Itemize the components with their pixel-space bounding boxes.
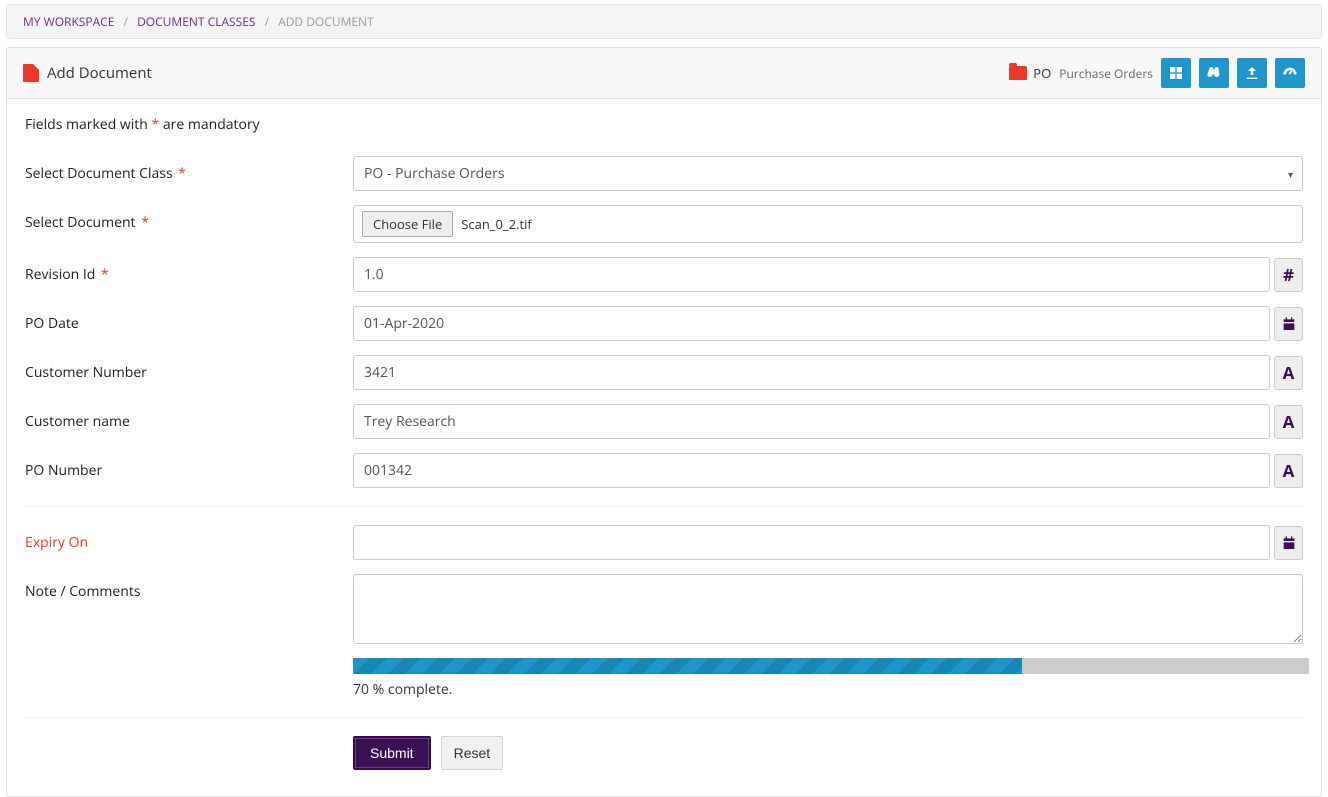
- choose-file-button[interactable]: Choose File: [362, 211, 453, 237]
- panel-header-actions: PO Purchase Orders: [1009, 58, 1305, 88]
- select-document-class[interactable]: PO - Purchase Orders: [353, 156, 1303, 191]
- upload-button[interactable]: [1237, 58, 1267, 88]
- input-po-number[interactable]: [353, 453, 1270, 488]
- folder-icon: [1009, 66, 1027, 80]
- select-document-class-wrap: PO - Purchase Orders: [353, 156, 1303, 191]
- label-customer-name: Customer name: [25, 404, 353, 431]
- label-revision-id: Revision Id *: [25, 257, 353, 284]
- breadcrumb-current: ADD DOCUMENT: [278, 13, 374, 30]
- row-po-date: PO Date: [25, 306, 1303, 341]
- text-icon: A: [1274, 454, 1303, 488]
- row-customer-name: Customer name A: [25, 404, 1303, 439]
- search-button[interactable]: [1199, 58, 1229, 88]
- progress-bar: [353, 658, 1309, 674]
- calendar-icon[interactable]: [1274, 307, 1303, 341]
- section-divider: [25, 506, 1303, 507]
- mandatory-suffix: are mandatory: [159, 115, 259, 134]
- breadcrumb-item-classes[interactable]: DOCUMENT CLASSES: [137, 13, 255, 30]
- submit-button[interactable]: Submit: [353, 736, 431, 770]
- label-select-document: Select Document *: [25, 205, 353, 232]
- row-revision-id: Revision Id * #: [25, 257, 1303, 292]
- mandatory-note: Fields marked with * are mandatory: [25, 115, 1303, 134]
- label-notes: Note / Comments: [25, 574, 353, 601]
- row-customer-number: Customer Number A: [25, 355, 1303, 390]
- row-expiry-on: Expiry On: [25, 525, 1303, 560]
- input-expiry-on[interactable]: [353, 525, 1270, 560]
- progress-bar-fill: [353, 658, 1022, 674]
- upload-icon: [1244, 65, 1260, 81]
- hash-icon: #: [1274, 258, 1303, 292]
- text-icon: A: [1274, 405, 1303, 439]
- mandatory-prefix: Fields marked with: [25, 115, 152, 134]
- label-document-class: Select Document Class *: [25, 156, 353, 183]
- row-document-class: Select Document Class * PO - Purchase Or…: [25, 156, 1303, 191]
- grid-view-button[interactable]: [1161, 58, 1191, 88]
- label-po-date: PO Date: [25, 306, 353, 333]
- breadcrumb-separator: /: [265, 13, 269, 30]
- row-select-document: Select Document * Choose File Scan_0_2.t…: [25, 205, 1303, 243]
- grid-icon: [1168, 65, 1184, 81]
- breadcrumb-item-workspace[interactable]: MY WORKSPACE: [23, 13, 114, 30]
- folder-name: Purchase Orders: [1059, 65, 1153, 82]
- gauge-icon: [1282, 65, 1298, 81]
- row-notes: Note / Comments: [25, 574, 1303, 644]
- add-document-panel: Add Document PO Purchase Orders: [6, 47, 1322, 797]
- breadcrumb-separator: /: [124, 13, 128, 30]
- file-input-wrap: Choose File Scan_0_2.tif: [353, 205, 1303, 243]
- document-icon: [23, 64, 39, 82]
- textarea-notes[interactable]: [353, 574, 1303, 644]
- panel-title-text: Add Document: [47, 63, 152, 83]
- label-po-number: PO Number: [25, 453, 353, 480]
- dashboard-button[interactable]: [1275, 58, 1305, 88]
- button-row: Submit Reset: [353, 736, 1303, 770]
- folder-code: PO: [1033, 64, 1051, 82]
- section-divider: [25, 717, 1303, 718]
- progress-section: 70 % complete.: [353, 658, 1303, 699]
- text-icon: A: [1274, 356, 1303, 390]
- label-customer-number: Customer Number: [25, 355, 353, 382]
- chosen-filename: Scan_0_2.tif: [461, 215, 532, 233]
- input-customer-name[interactable]: [353, 404, 1270, 439]
- panel-title: Add Document: [23, 63, 152, 83]
- breadcrumb: MY WORKSPACE / DOCUMENT CLASSES / ADD DO…: [6, 4, 1322, 39]
- panel-header: Add Document PO Purchase Orders: [7, 48, 1321, 99]
- calendar-icon[interactable]: [1274, 526, 1303, 560]
- progress-text: 70 % complete.: [353, 680, 1303, 699]
- input-customer-number[interactable]: [353, 355, 1270, 390]
- panel-body: Fields marked with * are mandatory Selec…: [7, 99, 1321, 796]
- row-po-number: PO Number A: [25, 453, 1303, 488]
- binoculars-icon: [1206, 65, 1222, 81]
- input-po-date[interactable]: [353, 306, 1270, 341]
- folder-label: PO Purchase Orders: [1009, 64, 1153, 82]
- reset-button[interactable]: Reset: [441, 736, 504, 770]
- input-revision-id[interactable]: [353, 257, 1270, 292]
- label-expiry-on: Expiry On: [25, 525, 353, 552]
